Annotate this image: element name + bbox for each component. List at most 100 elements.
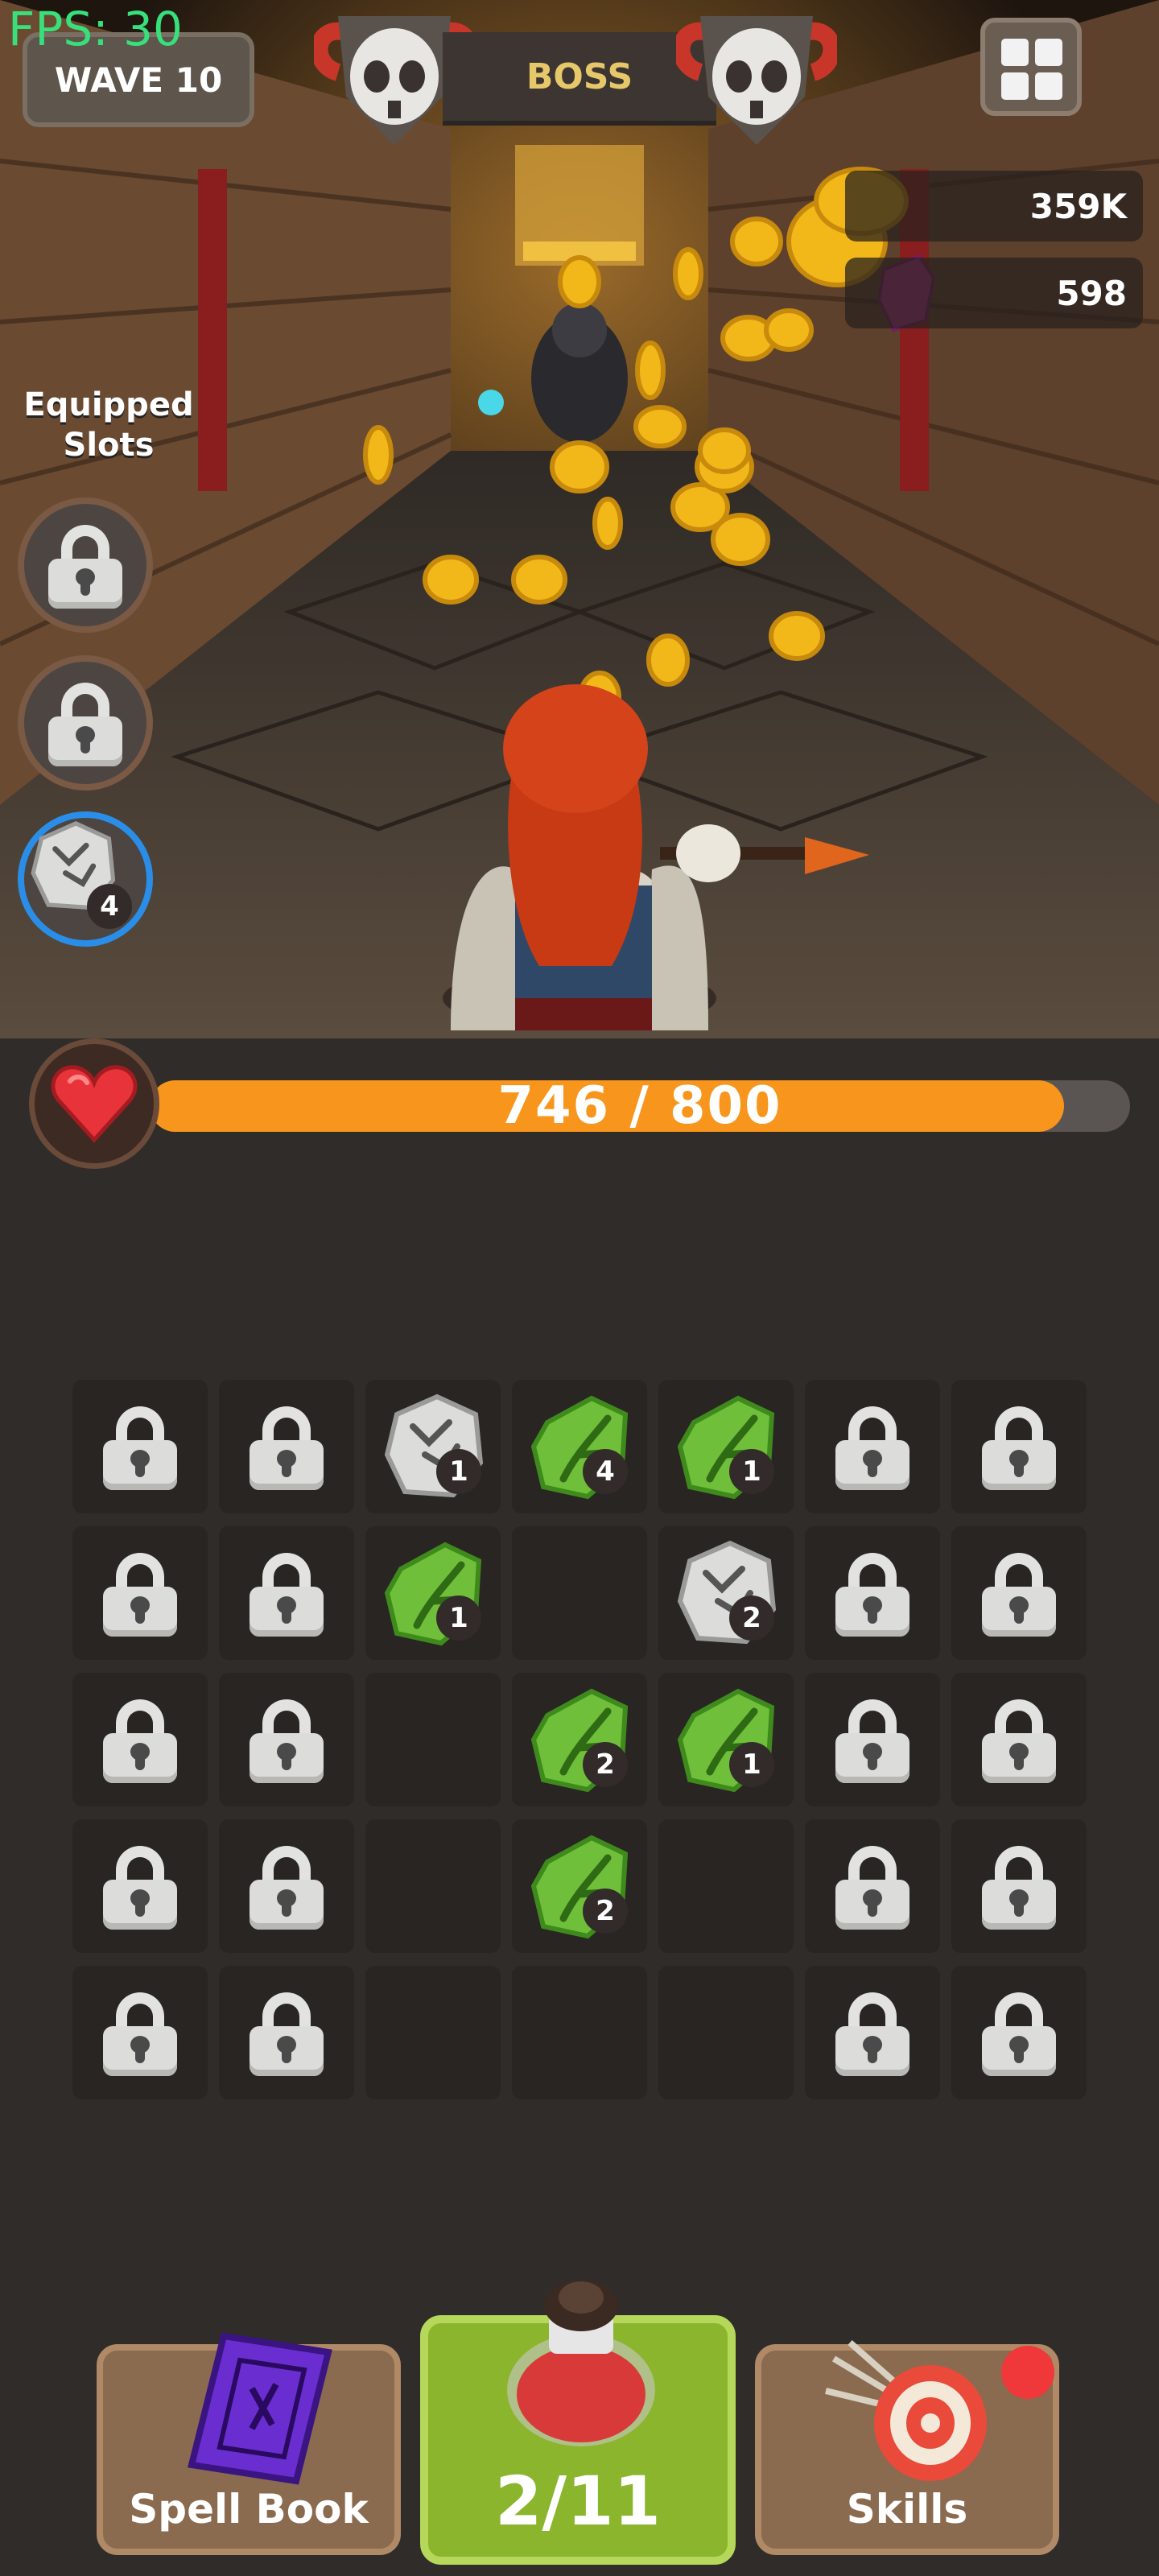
spell-book-button[interactable]: Spell Book bbox=[97, 2332, 401, 2555]
lock-icon bbox=[832, 1846, 913, 1930]
equipped-slot-1[interactable] bbox=[18, 497, 153, 633]
potion-flask-icon bbox=[507, 2281, 655, 2446]
locked-grid-cell[interactable] bbox=[951, 1819, 1087, 1953]
empty-grid-cell[interactable] bbox=[512, 1526, 647, 1660]
locked-grid-cell[interactable] bbox=[72, 1526, 208, 1660]
heart-frame bbox=[29, 1038, 159, 1169]
locked-grid-cell[interactable] bbox=[219, 1819, 354, 1953]
lock-icon bbox=[100, 1699, 180, 1783]
locked-grid-cell[interactable] bbox=[805, 1673, 940, 1806]
potion-count-label: 2/11 bbox=[494, 2462, 662, 2541]
locked-grid-cell[interactable] bbox=[219, 1380, 354, 1513]
grid-icon-cell bbox=[1035, 39, 1062, 66]
empty-grid-cell[interactable] bbox=[512, 1966, 647, 2099]
rune-grid-cell[interactable]: 2 bbox=[512, 1819, 647, 1953]
coin-amount: 359K bbox=[1029, 186, 1127, 226]
empty-grid-cell[interactable] bbox=[658, 1819, 794, 1953]
rune-count-badge: 1 bbox=[729, 1449, 774, 1494]
locked-grid-cell[interactable] bbox=[72, 1673, 208, 1806]
boss-banner: BOSS bbox=[314, 0, 837, 153]
locked-grid-cell[interactable] bbox=[219, 1526, 354, 1660]
rune-count-badge: 2 bbox=[583, 1889, 628, 1934]
slot-count-badge: 4 bbox=[87, 884, 132, 929]
equipped-label-line2: Slots bbox=[63, 427, 155, 464]
health-bar: 746 / 800 bbox=[29, 1038, 1140, 1175]
locked-grid-cell[interactable] bbox=[805, 1526, 940, 1660]
heart-icon bbox=[51, 1065, 138, 1143]
lock-icon bbox=[246, 1992, 327, 2076]
lock-icon bbox=[832, 1699, 913, 1783]
empty-grid-cell[interactable] bbox=[365, 1819, 501, 1953]
menu-grid-button[interactable] bbox=[980, 18, 1082, 116]
locked-grid-cell[interactable] bbox=[219, 1673, 354, 1806]
lock-icon bbox=[246, 1846, 327, 1930]
game-scene: FPS: 30 WAVE 10 BOSS 359K 598 Equipped S… bbox=[0, 0, 1159, 1038]
lock-icon bbox=[832, 1406, 913, 1490]
locked-grid-cell[interactable] bbox=[951, 1966, 1087, 2099]
skills-label: Skills bbox=[846, 2486, 968, 2533]
grid-icon-cell bbox=[1001, 72, 1029, 100]
lock-icon bbox=[100, 1406, 180, 1490]
grid-icon-cell bbox=[1035, 72, 1062, 100]
equipped-slot-3[interactable]: 4 bbox=[18, 811, 153, 947]
rune-count-badge: 1 bbox=[729, 1742, 774, 1787]
lock-icon bbox=[832, 1992, 913, 2076]
lock-icon bbox=[100, 1846, 180, 1930]
dungeon-corridor bbox=[0, 0, 1159, 1038]
target-icon bbox=[825, 2340, 987, 2481]
equipped-slots-label: Equipped Slots bbox=[16, 385, 201, 465]
empty-grid-cell[interactable] bbox=[658, 1966, 794, 2099]
locked-grid-cell[interactable] bbox=[951, 1380, 1087, 1513]
locked-grid-cell[interactable] bbox=[72, 1380, 208, 1513]
rune-grid-cell[interactable]: 2 bbox=[658, 1526, 794, 1660]
locked-grid-cell[interactable] bbox=[951, 1526, 1087, 1660]
skills-notification-dot bbox=[1001, 2346, 1054, 2399]
gem-amount: 598 bbox=[1056, 273, 1127, 313]
lock-icon bbox=[979, 1553, 1059, 1637]
lock-icon bbox=[100, 1992, 180, 2076]
rune-grid-cell[interactable]: 1 bbox=[365, 1380, 501, 1513]
bottom-bar: Spell Book 2/11 Skills bbox=[0, 2281, 1159, 2576]
rune-grid-cell[interactable]: 1 bbox=[658, 1673, 794, 1806]
equipped-label-line1: Equipped bbox=[23, 386, 194, 423]
lock-icon bbox=[979, 1699, 1059, 1783]
lock-icon bbox=[45, 683, 126, 766]
locked-grid-cell[interactable] bbox=[951, 1673, 1087, 1806]
lock-icon bbox=[246, 1553, 327, 1637]
locked-grid-cell[interactable] bbox=[219, 1966, 354, 2099]
spellbook-icon bbox=[188, 2332, 332, 2485]
hp-track: 746 / 800 bbox=[150, 1076, 1130, 1136]
rune-count-badge: 2 bbox=[729, 1596, 774, 1641]
boss-label: BOSS bbox=[443, 32, 716, 126]
locked-grid-cell[interactable] bbox=[72, 1966, 208, 2099]
rune-count-badge: 2 bbox=[583, 1742, 628, 1787]
lock-icon bbox=[246, 1406, 327, 1490]
locked-grid-cell[interactable] bbox=[805, 1380, 940, 1513]
empty-grid-cell[interactable] bbox=[365, 1966, 501, 2099]
lock-icon bbox=[979, 1406, 1059, 1490]
rune-grid-cell[interactable]: 1 bbox=[365, 1526, 501, 1660]
rune-grid-cell[interactable]: 1 bbox=[658, 1380, 794, 1513]
equipped-slot-2[interactable] bbox=[18, 655, 153, 791]
grid-icon bbox=[1001, 39, 1029, 66]
hp-text: 746 / 800 bbox=[497, 1076, 782, 1136]
lock-icon bbox=[832, 1553, 913, 1637]
rune-count-badge: 1 bbox=[436, 1596, 481, 1641]
rune-grid-cell[interactable]: 2 bbox=[512, 1673, 647, 1806]
gem-counter: 598 bbox=[845, 258, 1143, 328]
lock-icon bbox=[979, 1992, 1059, 2076]
rune-count-badge: 1 bbox=[436, 1449, 481, 1494]
potion-button[interactable]: 2/11 bbox=[420, 2281, 736, 2565]
coin-counter: 359K bbox=[845, 171, 1143, 242]
locked-grid-cell[interactable] bbox=[805, 1966, 940, 2099]
rune-grid-cell[interactable]: 4 bbox=[512, 1380, 647, 1513]
empty-grid-cell[interactable] bbox=[365, 1673, 501, 1806]
lock-icon bbox=[246, 1699, 327, 1783]
lock-icon bbox=[979, 1846, 1059, 1930]
lock-icon bbox=[45, 525, 126, 609]
locked-grid-cell[interactable] bbox=[72, 1819, 208, 1953]
lock-icon bbox=[100, 1553, 180, 1637]
fps-counter: FPS: 30 bbox=[8, 2, 183, 56]
locked-grid-cell[interactable] bbox=[805, 1819, 940, 1953]
spell-book-label: Spell Book bbox=[129, 2486, 369, 2533]
